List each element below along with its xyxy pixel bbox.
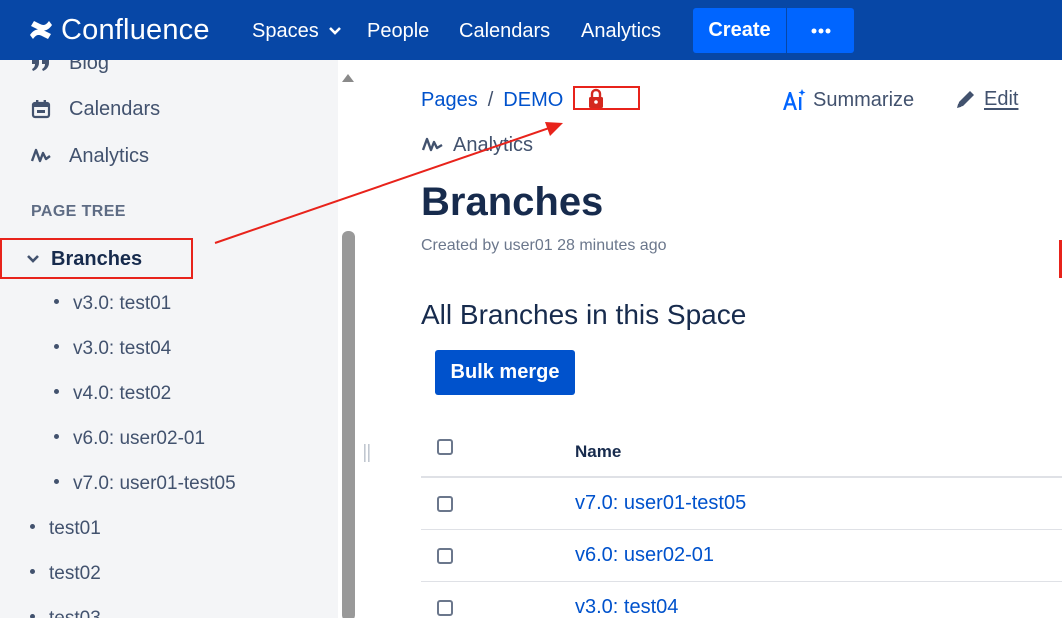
column-header-name[interactable]: Name <box>575 442 621 462</box>
analytics-icon <box>30 148 51 163</box>
summarize-label: Summarize <box>813 88 915 111</box>
bullet-icon <box>30 523 35 529</box>
page-meta: Created by user01 28 minutes ago <box>421 237 667 254</box>
tree-item-label: v3.0: test01 <box>73 293 172 314</box>
ai-sparkle-icon <box>783 89 806 110</box>
confluence-logo-icon <box>30 21 52 39</box>
page-analytics-label: Analytics <box>453 133 534 156</box>
tree-item[interactable]: v7.0: user01-test05 <box>54 471 236 497</box>
section-heading: All Branches in this Space <box>421 299 747 330</box>
confluence-logo[interactable]: Confluence <box>28 12 210 48</box>
sidebar-item-label: Analytics <box>69 144 150 167</box>
summarize-button[interactable]: Summarize <box>781 87 914 113</box>
annotation-box-lock <box>573 86 640 110</box>
logo-text: Confluence <box>61 14 210 46</box>
sidebar-item-calendars[interactable]: Calendars <box>30 96 160 122</box>
pencil-icon <box>957 91 974 108</box>
bullet-icon <box>54 388 59 394</box>
nav-analytics[interactable]: Analytics <box>581 17 661 45</box>
nav-spaces-label: Spaces <box>252 20 319 42</box>
tree-item[interactable]: test02 <box>30 561 101 587</box>
bullet-icon <box>54 478 59 484</box>
branch-link[interactable]: v3.0: test04 <box>575 596 678 618</box>
more-button[interactable] <box>787 8 854 53</box>
tree-item-label: v3.0: test04 <box>73 338 172 359</box>
tree-item-label: v4.0: test02 <box>73 383 172 404</box>
nav-spaces[interactable]: Spaces <box>252 17 342 45</box>
tree-item-label: v6.0: user02-01 <box>73 428 206 449</box>
nav-people[interactable]: People <box>367 17 429 45</box>
table-row: v6.0: user02-01 <box>421 530 1062 582</box>
quote-icon <box>32 60 49 71</box>
tree-item-label: test01 <box>49 518 101 539</box>
row-checkbox[interactable] <box>437 548 453 564</box>
tree-item[interactable]: v3.0: test04 <box>54 336 171 362</box>
branch-link[interactable]: v6.0: user02-01 <box>575 544 714 567</box>
row-checkbox[interactable] <box>437 600 453 616</box>
sidebar: Blog Calendars Analytics PAGE TREE Branc… <box>0 60 338 618</box>
create-button-group: Create <box>693 8 854 53</box>
analytics-icon <box>421 137 443 152</box>
bulk-merge-button[interactable]: Bulk merge <box>435 350 575 395</box>
sidebar-item-label: Blog <box>69 60 110 74</box>
sidebar-scrollbar-thumb[interactable] <box>342 231 355 618</box>
bullet-icon <box>54 433 59 439</box>
tree-item[interactable]: test01 <box>30 516 101 542</box>
edit-label: Edit <box>984 87 1019 110</box>
sidebar-item-analytics[interactable]: Analytics <box>30 143 149 169</box>
tree-item[interactable]: v6.0: user02-01 <box>54 426 205 452</box>
branch-link[interactable]: v7.0: user01-test05 <box>575 492 746 515</box>
annotation-box-branches <box>0 238 193 279</box>
bullet-icon <box>54 343 59 349</box>
calendar-icon <box>31 100 51 119</box>
sidebar-item-blog[interactable]: Blog <box>30 60 109 76</box>
breadcrumb-separator: / <box>487 88 494 111</box>
breadcrumb-demo[interactable]: DEMO <box>503 89 563 112</box>
tree-item[interactable]: v4.0: test02 <box>54 381 171 407</box>
top-navigation: Confluence Spaces People Calendars Analy… <box>0 0 1062 60</box>
scroll-up-arrow-icon[interactable] <box>341 73 355 83</box>
row-checkbox[interactable] <box>437 496 453 512</box>
tree-item-label: test03 <box>49 606 101 618</box>
table-header: Name <box>421 423 1062 478</box>
chevron-down-icon <box>328 27 341 35</box>
branches-table: Name v7.0: user01-test05 v6.0: user02-01… <box>421 423 1062 618</box>
page-title: Branches <box>421 180 604 224</box>
edit-button[interactable]: Edit <box>955 86 1018 112</box>
table-row: v3.0: test04 <box>421 582 1062 618</box>
sidebar-item-label: Calendars <box>69 97 161 120</box>
tree-item-label: v7.0: user01-test05 <box>73 473 236 494</box>
more-dots-icon <box>811 28 830 33</box>
tree-item-label: test02 <box>49 563 101 584</box>
tree-item[interactable]: v3.0: test01 <box>54 291 171 317</box>
page-analytics-link[interactable]: Analytics <box>421 132 533 158</box>
bullet-icon <box>30 568 35 574</box>
bullet-icon <box>54 298 59 304</box>
breadcrumb: Pages / DEMO <box>421 87 563 113</box>
resize-handle-icon[interactable] <box>362 443 372 463</box>
table-row: v7.0: user01-test05 <box>421 478 1062 530</box>
create-button[interactable]: Create <box>693 8 787 53</box>
bullet-icon <box>30 613 35 618</box>
nav-calendars[interactable]: Calendars <box>459 17 550 45</box>
breadcrumb-pages[interactable]: Pages <box>421 89 478 112</box>
page-tree-heading: PAGE TREE <box>31 203 126 220</box>
select-all-checkbox[interactable] <box>437 439 453 455</box>
tree-item[interactable]: test03 <box>30 606 101 618</box>
